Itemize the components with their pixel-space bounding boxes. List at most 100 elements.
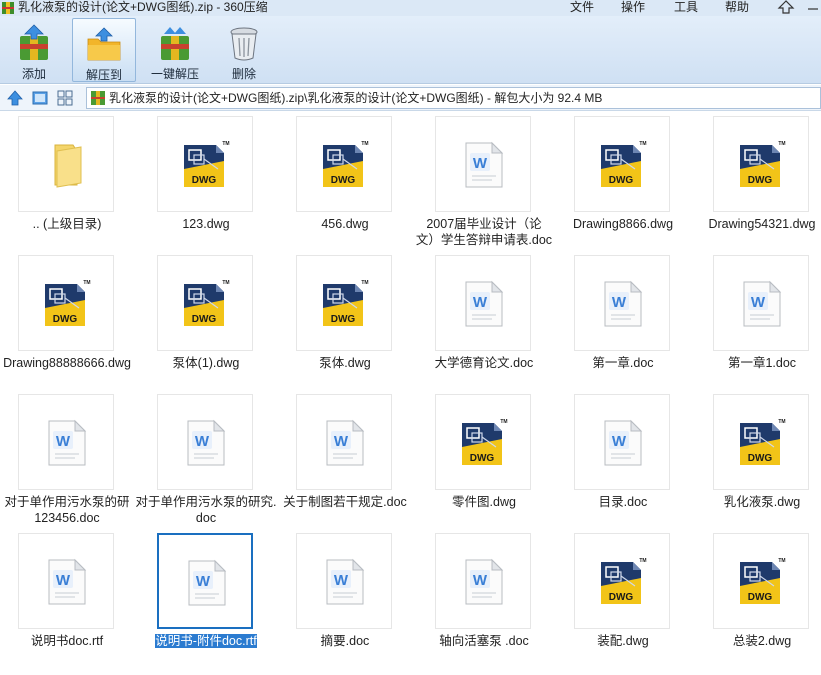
one-click-extract-label: 一键解压 bbox=[150, 67, 199, 81]
skin-up-icon[interactable] bbox=[775, 0, 797, 14]
file-thumbnail[interactable] bbox=[18, 116, 114, 212]
file-name-text: 第一章.doc bbox=[592, 356, 654, 370]
file-item[interactable]: W 第一章1.doc bbox=[693, 253, 821, 391]
file-item[interactable]: W 目录.doc bbox=[554, 392, 692, 530]
file-name: 456.dwg bbox=[272, 216, 418, 232]
add-button[interactable]: 添加 bbox=[4, 18, 64, 82]
file-thumbnail[interactable]: DWG TM bbox=[713, 533, 809, 629]
file-item[interactable]: .. (上级目录) bbox=[0, 114, 136, 252]
file-name-line: doc bbox=[195, 511, 217, 525]
extract-to-button[interactable]: 解压到 bbox=[72, 18, 136, 82]
file-thumbnail[interactable]: DWG TM bbox=[713, 394, 809, 490]
file-item[interactable]: DWG TM Drawing54321.dwg bbox=[693, 114, 821, 252]
file-item[interactable]: DWG TM 456.dwg bbox=[276, 114, 414, 252]
add-archive-icon bbox=[20, 24, 48, 60]
file-thumbnail[interactable]: W bbox=[435, 116, 531, 212]
file-thumbnail[interactable]: DWG TM bbox=[18, 255, 114, 351]
file-thumbnail[interactable]: DWG TM bbox=[296, 255, 392, 351]
file-item[interactable]: W 对于单作用污水泵的研究. doc bbox=[136, 392, 276, 530]
file-thumbnail[interactable]: DWG TM bbox=[157, 255, 253, 351]
file-thumbnail[interactable]: W bbox=[574, 255, 670, 351]
delete-button[interactable]: 删除 bbox=[216, 18, 272, 82]
file-thumbnail[interactable]: W bbox=[18, 394, 114, 490]
file-thumbnail[interactable]: W bbox=[18, 533, 114, 629]
file-item[interactable]: DWG TM 总装2.dwg bbox=[693, 531, 821, 669]
minimize-icon[interactable] bbox=[805, 0, 821, 14]
file-name-text: .. (上级目录) bbox=[32, 217, 102, 231]
file-thumbnail[interactable]: W bbox=[713, 255, 809, 351]
menu-operation[interactable]: 操作 bbox=[621, 0, 645, 14]
file-name: 摘要.doc bbox=[272, 633, 418, 649]
svg-text:TM: TM bbox=[361, 141, 368, 147]
file-item[interactable]: W 摘要.doc bbox=[276, 531, 414, 669]
file-item[interactable]: W 轴向活塞泵 .doc bbox=[415, 531, 553, 669]
file-item[interactable]: DWG TM Drawing8866.dwg bbox=[554, 114, 692, 252]
address-field[interactable]: 乳化液泵的设计(论文+DWG图纸).zip\乳化液泵的设计(论文+DWG图纸) … bbox=[86, 87, 821, 109]
file-item[interactable]: W 说明书doc.rtf bbox=[0, 531, 136, 669]
menu-help[interactable]: 帮助 bbox=[725, 0, 749, 14]
file-thumbnail[interactable]: W bbox=[157, 533, 253, 629]
file-thumbnail[interactable]: W bbox=[435, 533, 531, 629]
file-item[interactable]: DWG TM 零件图.dwg bbox=[415, 392, 553, 530]
svg-text:DWG: DWG bbox=[748, 175, 773, 186]
file-name-line: 对于单作用污水泵的研究. bbox=[135, 495, 277, 509]
doc-file-icon: W bbox=[48, 558, 87, 605]
one-click-extract-button[interactable]: 一键解压 bbox=[144, 18, 206, 82]
file-name-text: Drawing88888666.dwg bbox=[3, 356, 131, 370]
file-item[interactable]: DWG TM 泵体.dwg bbox=[276, 253, 414, 391]
file-thumbnail[interactable]: DWG TM bbox=[713, 116, 809, 212]
file-name-text: 关于制图若干规定.doc bbox=[283, 495, 407, 509]
file-thumbnail[interactable]: DWG TM bbox=[574, 533, 670, 629]
menu-file[interactable]: 文件 bbox=[570, 0, 594, 14]
svg-text:W: W bbox=[473, 155, 488, 172]
file-item[interactable]: W 对于单作用污水泵的研 123456.doc bbox=[0, 392, 136, 530]
file-item[interactable]: DWG TM 乳化液泵.dwg bbox=[693, 392, 821, 530]
file-item[interactable]: DWG TM 泵体(1).dwg bbox=[137, 253, 275, 391]
file-thumbnail[interactable]: W bbox=[157, 394, 253, 490]
file-thumbnail[interactable]: DWG TM bbox=[574, 116, 670, 212]
file-thumbnail[interactable]: W bbox=[574, 394, 670, 490]
file-name-text: Drawing54321.dwg bbox=[708, 217, 816, 231]
list-view-icon[interactable] bbox=[56, 89, 74, 107]
extract-to-icon bbox=[87, 27, 121, 61]
file-name: 第一章1.doc bbox=[689, 355, 821, 371]
file-item[interactable]: W 大学德育论文.doc bbox=[415, 253, 553, 391]
svg-text:W: W bbox=[751, 294, 766, 311]
svg-text:W: W bbox=[612, 294, 627, 311]
file-item[interactable]: DWG TM Drawing88888666.dwg bbox=[0, 253, 136, 391]
file-name: 乳化液泵.dwg bbox=[689, 494, 821, 510]
file-item[interactable]: W 说明书-附件doc.rtf bbox=[137, 531, 275, 669]
dwg-file-icon: DWG TM bbox=[740, 419, 786, 465]
title-bar: 乳化液泵的设计(论文+DWG图纸).zip - 360压缩 文件 操作 工具 帮… bbox=[0, 0, 821, 16]
file-thumbnail[interactable]: W bbox=[296, 394, 392, 490]
file-name-text: 123.dwg bbox=[182, 217, 230, 231]
doc-file-icon: W bbox=[326, 558, 365, 605]
file-item[interactable]: W 关于制图若干规定.doc bbox=[276, 392, 414, 530]
svg-text:DWG: DWG bbox=[53, 314, 78, 325]
svg-text:TM: TM bbox=[778, 558, 785, 564]
file-name-text: 大学德育论文.doc bbox=[434, 356, 534, 370]
svg-text:TM: TM bbox=[222, 141, 229, 147]
file-thumbnail[interactable]: DWG TM bbox=[296, 116, 392, 212]
doc-file-icon: W bbox=[604, 280, 643, 327]
file-name: 零件图.dwg bbox=[411, 494, 557, 510]
file-item[interactable]: DWG TM 装配.dwg bbox=[554, 531, 692, 669]
up-arrow-icon[interactable] bbox=[6, 89, 24, 107]
file-thumbnail[interactable]: W bbox=[435, 255, 531, 351]
file-thumbnail[interactable]: W bbox=[296, 533, 392, 629]
svg-text:TM: TM bbox=[778, 419, 785, 425]
file-item[interactable]: DWG TM 123.dwg bbox=[137, 114, 275, 252]
trash-icon bbox=[230, 27, 258, 61]
file-item[interactable]: W 2007届毕业设计（论 文）学生答辩申请表.doc bbox=[415, 114, 553, 252]
svg-text:TM: TM bbox=[500, 419, 507, 425]
dwg-file-icon: DWG TM bbox=[740, 558, 786, 604]
svg-text:W: W bbox=[612, 433, 627, 450]
thumbnail-view-icon[interactable] bbox=[31, 89, 49, 107]
menu-tools[interactable]: 工具 bbox=[674, 0, 698, 14]
file-name-text: 第一章1.doc bbox=[727, 356, 797, 370]
file-thumbnail[interactable]: DWG TM bbox=[157, 116, 253, 212]
svg-text:W: W bbox=[473, 572, 488, 589]
file-thumbnail[interactable]: DWG TM bbox=[435, 394, 531, 490]
svg-text:W: W bbox=[334, 433, 349, 450]
file-item[interactable]: W 第一章.doc bbox=[554, 253, 692, 391]
